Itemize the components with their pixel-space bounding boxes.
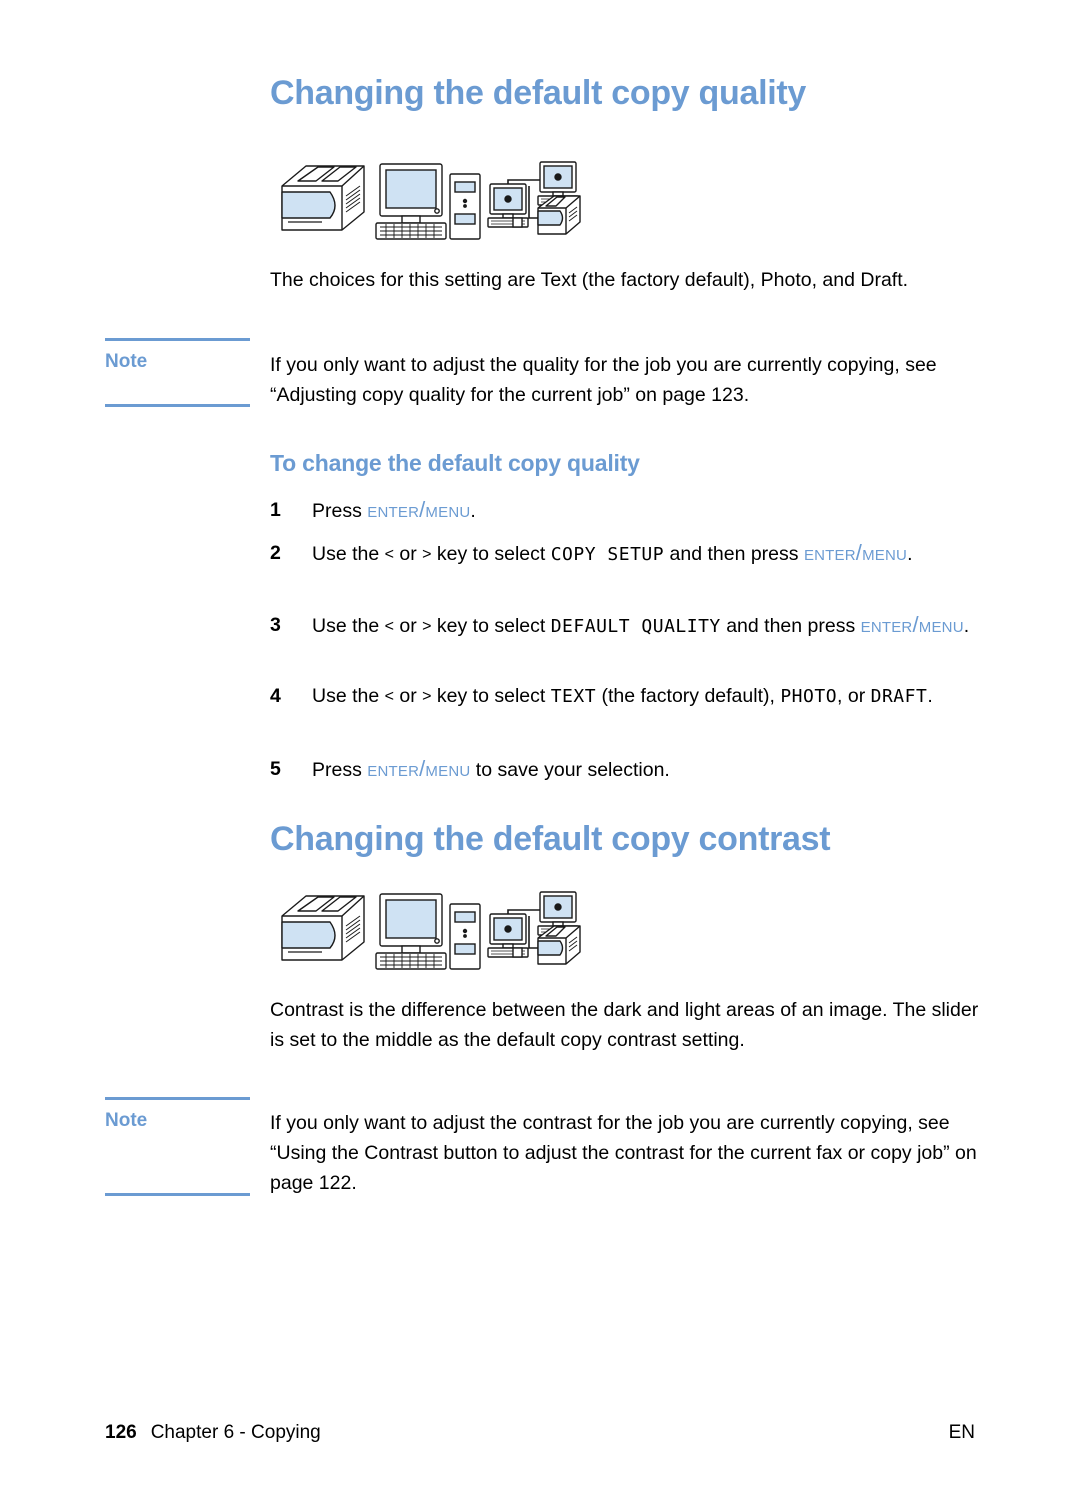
- step-text: Use the < or > key to select COPY SETUP …: [312, 538, 985, 570]
- note-rule-bottom-2: [105, 1193, 250, 1196]
- step-text-run: (the factory default),: [596, 685, 781, 707]
- page-footer: 126 Chapter 6 - Copying EN: [105, 1422, 975, 1444]
- lcd-display-text: DRAFT: [870, 686, 928, 707]
- step-text-run: Press: [312, 500, 368, 522]
- step-text-run: or: [393, 543, 423, 565]
- step-text-run: or: [393, 685, 423, 707]
- step-number: 4: [270, 685, 281, 707]
- intro-paragraph-copy-contrast: Contrast is the difference between the d…: [270, 999, 979, 1051]
- step-text-run: and then press: [720, 615, 861, 637]
- arrow-key-icon: <: [384, 546, 394, 563]
- step-item: 2 Use the < or > key to select COPY SETU…: [270, 538, 985, 570]
- footer-page-number: 126: [105, 1422, 137, 1443]
- step-text-run: key to select: [431, 615, 551, 637]
- step-text: Use the < or > key to select TEXT (the f…: [312, 681, 985, 712]
- step-text: Use the < or > key to select DEFAULT QUA…: [312, 610, 985, 642]
- note-rule-top-1: [105, 338, 250, 341]
- arrow-key-icon: >: [422, 618, 432, 635]
- subheading-to-change-copy-quality: To change the default copy quality: [270, 450, 640, 476]
- document-page: Changing the default copy quality The ch…: [0, 0, 1080, 1495]
- footer-left-group: 126 Chapter 6 - Copying: [105, 1422, 321, 1444]
- step-text-run: , or: [837, 685, 871, 707]
- lcd-display-text: TEXT: [550, 686, 597, 707]
- note-text-copy-quality: If you only want to adjust the quality f…: [270, 354, 937, 406]
- network-printer-icon: [487, 161, 581, 235]
- control-panel-key: Enter/Menu: [367, 497, 471, 522]
- step-text-run: Use the: [312, 685, 385, 707]
- lcd-display-text: PHOTO: [780, 686, 838, 707]
- lcd-display-text: COPY SETUP: [550, 544, 665, 565]
- step-text: Press Enter/Menu to save your selection.: [312, 754, 985, 785]
- printer-icon: [281, 165, 365, 231]
- note-rule-bottom-1: [105, 404, 250, 407]
- step-number: 3: [270, 614, 281, 636]
- arrow-key-icon: >: [422, 688, 432, 705]
- step-text-run: key to select: [431, 543, 551, 565]
- note-rule-top-2: [105, 1097, 250, 1100]
- note-text-copy-contrast: If you only want to adjust the contrast …: [270, 1112, 977, 1194]
- step-text: Press Enter/Menu.: [312, 495, 985, 526]
- section-heading-copy-contrast: Changing the default copy contrast: [270, 820, 831, 858]
- step-text-run: and then press: [664, 543, 804, 565]
- icon-strip-copy-quality: [272, 156, 582, 246]
- step-number: 5: [270, 758, 281, 780]
- section-heading-copy-quality: Changing the default copy quality: [270, 74, 807, 112]
- step-item: 4 Use the < or > key to select TEXT (the…: [270, 681, 985, 712]
- printer-icon: [281, 895, 365, 961]
- control-panel-key: Enter/Menu: [367, 756, 471, 781]
- step-text-run: Press: [312, 759, 368, 781]
- arrow-key-icon: <: [384, 688, 394, 705]
- step-text-run: .: [470, 500, 476, 522]
- step-number: 1: [270, 499, 281, 521]
- step-text-run: or: [393, 615, 423, 637]
- step-item: 1 Press Enter/Menu.: [270, 495, 985, 526]
- network-printer-icon: [487, 891, 581, 965]
- note-label-2: Note: [105, 1110, 148, 1131]
- control-panel-key: Enter/Menu: [860, 612, 964, 637]
- desktop-computer-icon: [375, 163, 481, 240]
- icon-strip-copy-contrast: [272, 886, 582, 976]
- step-item: 5 Press Enter/Menu to save your selectio…: [270, 754, 985, 785]
- lcd-display-text: DEFAULT QUALITY: [550, 616, 721, 637]
- control-panel-key: Enter/Menu: [803, 540, 908, 565]
- arrow-key-icon: >: [422, 546, 432, 563]
- desktop-computer-icon: [375, 893, 481, 970]
- arrow-key-icon: <: [384, 618, 394, 635]
- step-number: 2: [270, 542, 281, 564]
- step-text-run: key to select: [431, 685, 551, 707]
- step-text-run: Use the: [312, 615, 385, 637]
- note-label-1: Note: [105, 351, 148, 372]
- step-text-run: .: [907, 543, 913, 565]
- step-item: 3 Use the < or > key to select DEFAULT Q…: [270, 610, 985, 642]
- footer-language-code: EN: [948, 1422, 975, 1443]
- step-text-run: .: [963, 615, 970, 637]
- step-text-run: .: [927, 685, 933, 707]
- intro-paragraph-copy-quality: The choices for this setting are Text (t…: [270, 269, 909, 291]
- step-text-run: Use the: [312, 543, 385, 565]
- footer-chapter-title: Chapter 6 - Copying: [150, 1422, 321, 1443]
- step-text-run: to save your selection.: [470, 759, 670, 781]
